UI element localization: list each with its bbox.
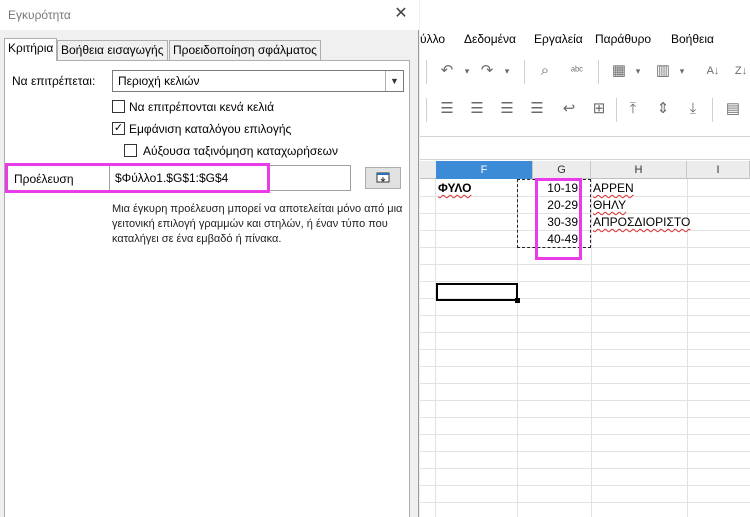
spelling-icon[interactable]: ᵃᵇᶜ (566, 60, 588, 82)
allow-blank-label[interactable]: Να επιτρέπονται κενά κελιά (129, 100, 274, 114)
source-value: $Φύλλο1.$G$1:$G$4 (115, 171, 229, 185)
formatting-toolbar: ☰ ☰ ☰ ☰ ↩ ⊞ ⤒ ⇕ ⤓ ▤ (420, 92, 750, 128)
chevron-down-icon[interactable]: ▼ (385, 71, 403, 91)
toolbar-separator (426, 98, 427, 122)
source-range-marquee (517, 179, 591, 248)
menu-window[interactable]: Παράθυρο (595, 32, 651, 46)
row-dropdown-icon[interactable]: ▾ (627, 60, 649, 82)
shrink-dialog-button[interactable] (365, 167, 401, 189)
toolbar-separator (598, 60, 599, 84)
source-input[interactable]: $Φύλλο1.$G$1:$G$4 (109, 165, 351, 191)
criteria-panel: Να επιτρέπεται: Περιοχή κελιών ▼ Να επιτ… (4, 60, 410, 517)
allow-label: Να επιτρέπεται: (12, 74, 96, 88)
grid-line (420, 400, 750, 401)
dialog-title: Εγκυρότητα (8, 8, 71, 22)
column-header-f[interactable]: F (436, 161, 533, 179)
grid-line (420, 281, 750, 282)
center-vertically-icon[interactable]: ⇕ (652, 98, 674, 120)
tab-criteria[interactable]: Κριτήρια (4, 38, 58, 61)
sort-entries-checkbox[interactable] (124, 144, 137, 157)
sort-descending-icon[interactable]: Z↓ (730, 60, 750, 82)
shrink-icon (376, 172, 390, 183)
sort-entries-label[interactable]: Αύξουσα ταξινόμηση καταχωρήσεων (143, 144, 338, 158)
cell-h3[interactable]: ΑΠΡΟΣΔΙΟΡΙΣΤΟ (593, 214, 690, 231)
toolbar-separator (616, 98, 617, 122)
grid-line (420, 451, 750, 452)
grid-line (420, 332, 750, 333)
cell-h1[interactable]: ΑΡΡΕΝ (593, 180, 634, 197)
find-replace-icon[interactable]: ⌕ (534, 60, 556, 82)
number-format-icon[interactable]: ▤ (722, 98, 744, 120)
tab-input-help[interactable]: Βοήθεια εισαγωγής (57, 40, 168, 60)
sort-ascending-icon[interactable]: A↓ (702, 60, 724, 82)
menu-bar: ύλλο Δεδομένα Εργαλεία Παράθυρο Βοήθεια (420, 28, 750, 50)
grid-line (420, 349, 750, 350)
active-cell-cursor[interactable] (436, 283, 518, 301)
column-dropdown-icon[interactable]: ▾ (671, 60, 693, 82)
merge-cells-icon[interactable]: ⊞ (588, 98, 610, 120)
formula-bar[interactable] (420, 136, 750, 160)
menu-sheet[interactable]: ύλλο (420, 32, 445, 46)
source-label: Προέλευση (14, 172, 74, 186)
grid-line (420, 485, 750, 486)
grid-line (420, 468, 750, 469)
standard-toolbar: ↶ ▾ ↷ ▾ ⌕ ᵃᵇᶜ ▦ ▾ ▥ ▾ A↓ Z↓ (420, 54, 750, 90)
align-left-icon[interactable]: ☰ (436, 98, 458, 120)
undo-dropdown-icon[interactable]: ▾ (456, 60, 478, 82)
undo-icon[interactable]: ↶ (436, 60, 458, 82)
cell-grid[interactable]: ΦΥΛΟ 10-19 20-29 30-39 40-49 ΑΡΡΕΝ ΘΗΛΥ … (420, 178, 750, 517)
column-header-g[interactable]: G (533, 161, 591, 179)
screen: ύλλο Δεδομένα Εργαλεία Παράθυρο Βοήθεια … (0, 0, 750, 517)
align-top-icon[interactable]: ⤒ (622, 98, 644, 120)
cell-h2[interactable]: ΘΗΛΥ (593, 197, 626, 214)
column-header-i[interactable]: I (687, 161, 750, 179)
grid-line (420, 434, 750, 435)
justify-icon[interactable]: ☰ (526, 98, 548, 120)
column-headers: F G H I (420, 161, 750, 179)
align-bottom-icon[interactable]: ⤓ (682, 98, 704, 120)
grid-line (420, 264, 750, 265)
menu-help[interactable]: Βοήθεια (671, 32, 714, 46)
show-list-label[interactable]: Εμφάνιση καταλόγου επιλογής (129, 122, 291, 136)
grid-line (420, 417, 750, 418)
dialog-titlebar: Εγκυρότητα ✕ (0, 0, 419, 30)
grid-line (420, 383, 750, 384)
redo-dropdown-icon[interactable]: ▾ (496, 60, 518, 82)
source-help-text: Μια έγκυρη προέλευση μπορεί να αποτελείτ… (112, 203, 403, 245)
allow-select[interactable]: Περιοχή κελιών ▼ (112, 70, 404, 92)
tab-error-alert[interactable]: Προειδοποίηση σφάλματος (169, 40, 321, 60)
align-center-icon[interactable]: ☰ (466, 98, 488, 120)
column-header-h[interactable]: H (591, 161, 687, 179)
wrap-text-icon[interactable]: ↩ (558, 98, 580, 120)
toolbar-separator (524, 60, 525, 84)
menu-data[interactable]: Δεδομένα (464, 32, 516, 46)
align-right-icon[interactable]: ☰ (496, 98, 518, 120)
show-list-checkbox[interactable]: ✓ (112, 122, 125, 135)
redo-icon[interactable]: ↷ (476, 60, 498, 82)
menu-tools[interactable]: Εργαλεία (534, 32, 583, 46)
fill-handle[interactable] (515, 298, 520, 303)
toolbar-separator (712, 98, 713, 122)
spreadsheet-window: ύλλο Δεδομένα Εργαλεία Παράθυρο Βοήθεια … (420, 0, 750, 517)
cell-f1[interactable]: ΦΥΛΟ (438, 180, 471, 197)
validity-dialog: Εγκυρότητα ✕ Κριτήρια Βοήθεια εισαγωγής … (0, 0, 419, 517)
toolbar-separator (426, 60, 427, 84)
close-icon[interactable]: ✕ (391, 4, 411, 24)
grid-line (420, 366, 750, 367)
grid-line (420, 502, 750, 503)
allow-blank-checkbox[interactable] (112, 100, 125, 113)
grid-line (420, 315, 750, 316)
allow-select-value: Περιοχή κελιών (118, 74, 200, 88)
